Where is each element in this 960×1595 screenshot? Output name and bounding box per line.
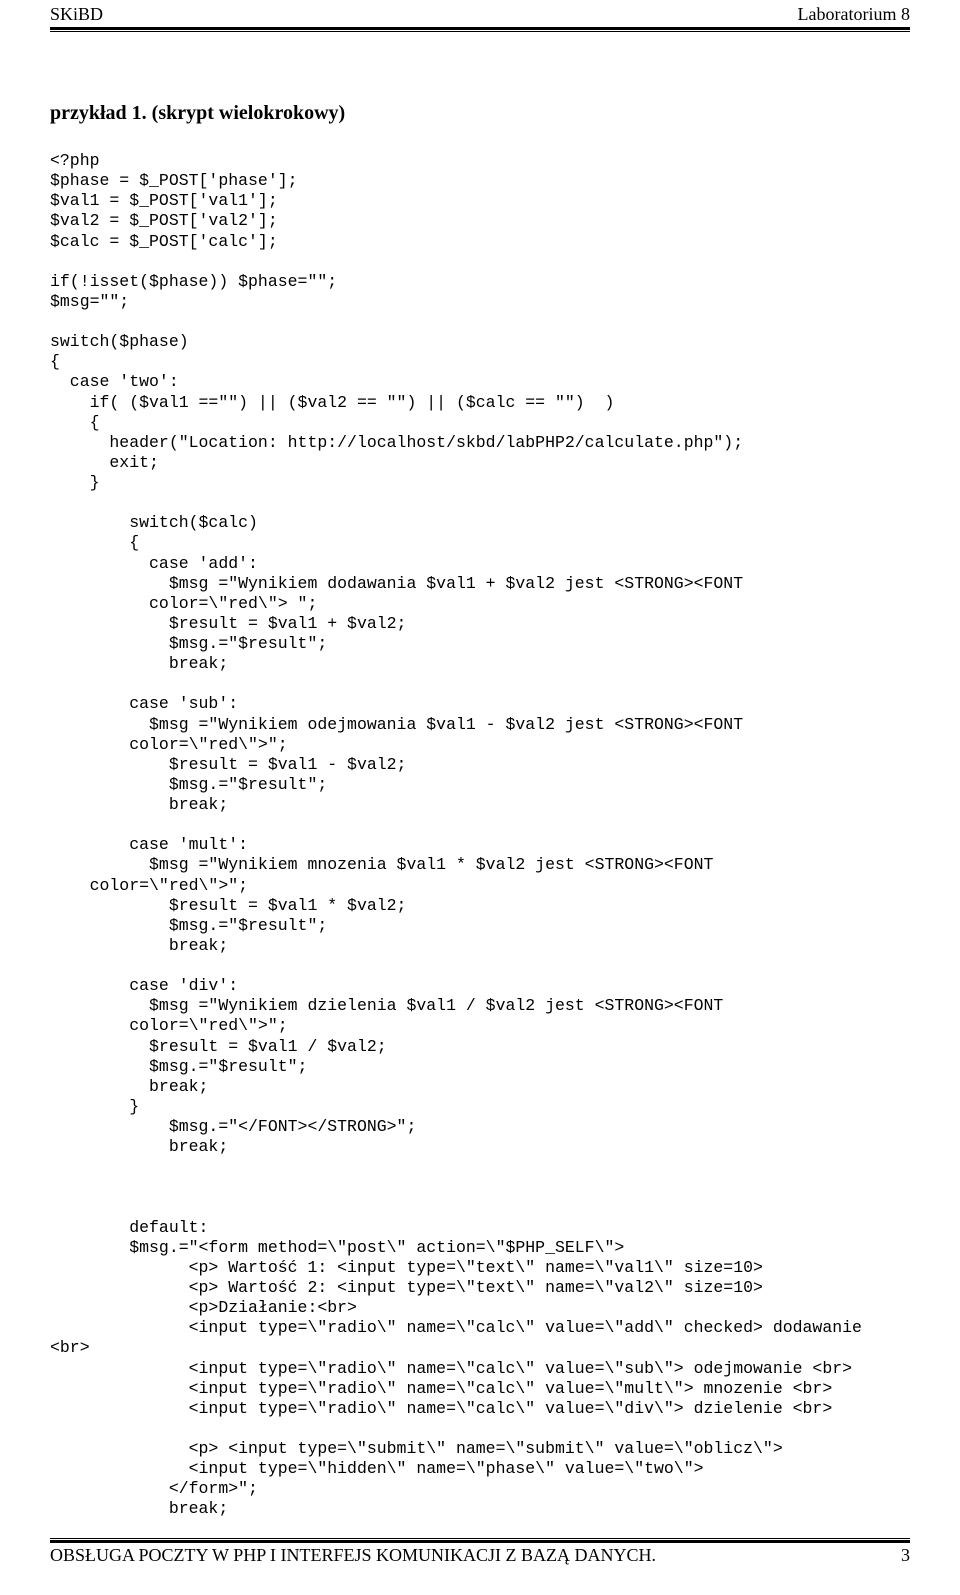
running-footer: OBSŁUGA POCZTY W PHP I INTERFEJS KOMUNIK…	[0, 1545, 960, 1572]
running-header: SKiBD Laboratorium 8	[0, 0, 960, 27]
code-listing: <?php $phase = $_POST['phase']; $val1 = …	[50, 151, 910, 1520]
footer-rule-thick	[50, 1540, 910, 1543]
header-rule-thick	[50, 27, 910, 30]
footer-text: OBSŁUGA POCZTY W PHP I INTERFEJS KOMUNIK…	[50, 1545, 656, 1566]
footer-rule-thin	[50, 1538, 910, 1539]
document-page: SKiBD Laboratorium 8 przykład 1. (skrypt…	[0, 0, 960, 1572]
page-number: 3	[901, 1545, 910, 1566]
header-left: SKiBD	[50, 4, 103, 25]
section-title: przykład 1. (skrypt wielokrokowy)	[50, 102, 910, 125]
page-content: przykład 1. (skrypt wielokrokowy) <?php …	[0, 32, 960, 1530]
header-right: Laboratorium 8	[798, 4, 910, 25]
